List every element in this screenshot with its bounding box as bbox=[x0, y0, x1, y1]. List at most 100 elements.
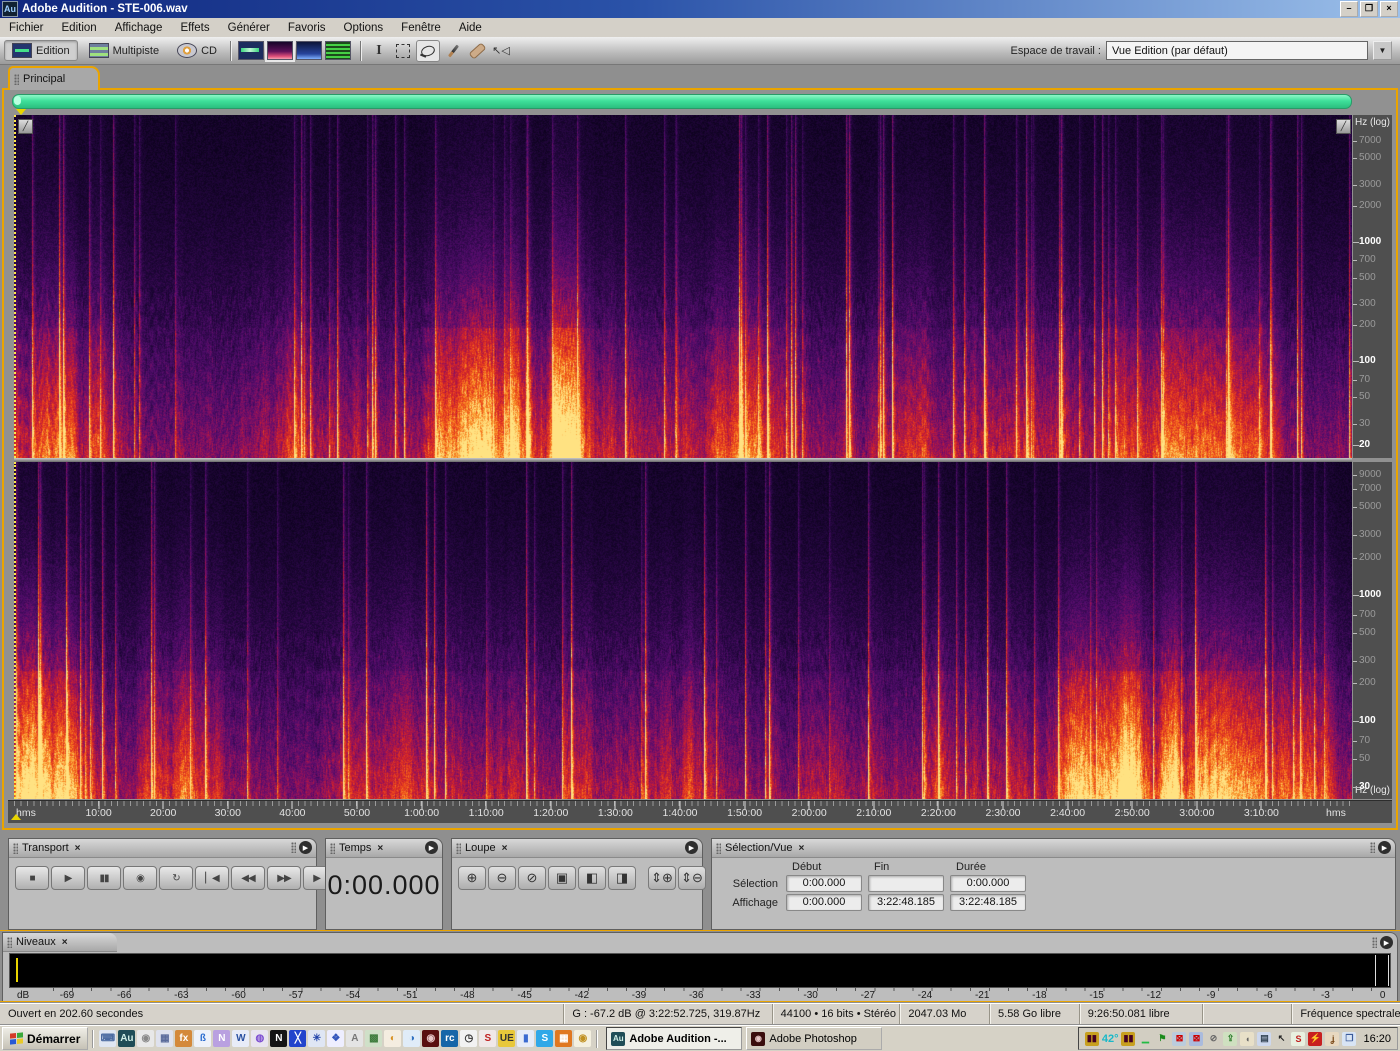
quick-launch-notator[interactable]: N bbox=[270, 1030, 288, 1047]
stop-button[interactable]: ■ bbox=[15, 866, 49, 890]
frequency-ruler-upper[interactable]: Hz (log) 7000 5000 3000 2000 1000 700 500 300 200… bbox=[1353, 115, 1392, 458]
menu-générer[interactable]: Générer bbox=[219, 20, 279, 36]
waveform-view-button[interactable] bbox=[238, 41, 264, 60]
quick-launch-imaging[interactable]: ▩ bbox=[365, 1030, 383, 1047]
task-adobe-audition[interactable]: Au Adobe Audition -... bbox=[606, 1027, 743, 1050]
temps-close-icon[interactable]: × bbox=[377, 843, 383, 854]
rewind-button[interactable]: ◀◀ bbox=[231, 866, 265, 890]
quick-launch-calculator[interactable]: ▦ bbox=[156, 1030, 174, 1047]
spot-healing-tool-button[interactable] bbox=[466, 41, 488, 61]
splitter-handle-right-icon[interactable]: ╱ bbox=[1336, 119, 1351, 134]
tray-mouse2-icon[interactable]: ʝ bbox=[1325, 1031, 1340, 1046]
zoom-selection-left-button[interactable]: ◧ bbox=[578, 866, 606, 890]
tray-share-icon[interactable]: ⇪ bbox=[1223, 1031, 1238, 1046]
quick-launch-browser[interactable]: ◍ bbox=[251, 1030, 269, 1047]
close-button[interactable]: × bbox=[1380, 1, 1398, 17]
playback-cursor-lower[interactable] bbox=[14, 462, 16, 799]
tray-mouse-icon[interactable]: ◖ bbox=[1240, 1031, 1255, 1046]
temps-panel-menu-button[interactable]: ▶ bbox=[425, 841, 438, 854]
tray-cursor-icon[interactable]: ↖ bbox=[1274, 1032, 1288, 1046]
spectral-view-button[interactable] bbox=[265, 39, 295, 62]
playhead-marker-bottom-icon[interactable] bbox=[11, 814, 21, 820]
zoom-out-horizontal-button[interactable]: ⊖ bbox=[488, 866, 516, 890]
playback-cursor-upper[interactable] bbox=[14, 115, 16, 458]
sélection-debut-field[interactable]: 0:00.000 bbox=[786, 875, 862, 892]
play-looped-button[interactable]: ◉ bbox=[123, 866, 157, 890]
quick-launch-onenote[interactable]: N bbox=[213, 1030, 231, 1047]
menu-edition[interactable]: Edition bbox=[53, 20, 106, 36]
quick-launch-skype[interactable]: S bbox=[536, 1030, 554, 1047]
quick-launch-xtool-2[interactable]: ✳ bbox=[308, 1030, 326, 1047]
quick-launch-acrobat[interactable]: A bbox=[346, 1030, 364, 1047]
quick-launch-xtool-1[interactable]: ╳ bbox=[289, 1030, 307, 1047]
restore-button[interactable]: ❐ bbox=[1360, 1, 1378, 17]
tray-flag-icon[interactable]: ⚑ bbox=[1155, 1032, 1169, 1046]
minimize-button[interactable]: – bbox=[1340, 1, 1358, 17]
menu-fenêtre[interactable]: Fenêtre bbox=[392, 20, 450, 36]
marquee-selection-tool-button[interactable] bbox=[392, 41, 414, 61]
multipiste-mode-button[interactable]: Multipiste bbox=[82, 41, 166, 60]
transport-close-icon[interactable]: × bbox=[75, 843, 81, 854]
go-to-start-button[interactable]: ▏◀ bbox=[195, 866, 229, 890]
menu-options[interactable]: Options bbox=[335, 20, 393, 36]
spectral-phase-view-button[interactable] bbox=[325, 41, 351, 60]
niveaux-panel-header[interactable]: Niveaux × bbox=[3, 933, 117, 952]
quick-launch-sbp[interactable]: S bbox=[479, 1030, 497, 1047]
frequency-ruler-lower[interactable]: Hz (log) 9000 7000 5000 3000 2000 1000 700 500 30… bbox=[1353, 462, 1392, 799]
workspace-dropdown-arrow-icon[interactable]: ▼ bbox=[1373, 41, 1392, 60]
quick-launch-word[interactable]: W bbox=[232, 1030, 250, 1047]
loupe-panel-header[interactable]: Loupe × ▶ bbox=[452, 839, 702, 858]
niveaux-panel-menu-button[interactable]: ▶ bbox=[1380, 936, 1393, 949]
quick-launch-media[interactable]: ◉ bbox=[574, 1030, 592, 1047]
effects-paintbrush-tool-button[interactable] bbox=[442, 41, 464, 61]
quick-launch-blue-app[interactable]: ▮ bbox=[517, 1030, 535, 1047]
selection-vue-panel-menu-button[interactable]: ▶ bbox=[1378, 841, 1391, 854]
transport-panel-header[interactable]: Transport × ▶ bbox=[9, 839, 316, 858]
sélection-fin-field[interactable] bbox=[868, 875, 944, 892]
tray-meter-icon[interactable]: ▮▮ bbox=[1121, 1031, 1136, 1046]
start-button[interactable]: Démarrer bbox=[2, 1027, 89, 1050]
level-meter[interactable] bbox=[9, 953, 1391, 988]
menu-favoris[interactable]: Favoris bbox=[279, 20, 335, 36]
workspace-dropdown[interactable]: Vue Edition (par défaut) bbox=[1106, 41, 1368, 60]
quick-launch-xtool-3[interactable]: ❖ bbox=[327, 1030, 345, 1047]
time-ruler[interactable]: hms hms 10:00 20:00 30:00 40:00 50:00 1:00:00 1:… bbox=[8, 800, 1392, 823]
edition-mode-button[interactable]: Edition bbox=[4, 40, 78, 61]
zoom-in-vertical-button[interactable]: ⇕⊕ bbox=[648, 866, 676, 890]
task-adobe-photoshop[interactable]: ◉ Adobe Photoshop bbox=[746, 1027, 883, 1050]
quick-launch-dial[interactable]: ◷ bbox=[460, 1030, 478, 1047]
quick-launch-rc[interactable]: rc bbox=[441, 1030, 459, 1047]
quick-launch-pdf-grid[interactable]: ▦ bbox=[555, 1030, 573, 1047]
tray-s-icon[interactable]: S bbox=[1291, 1031, 1306, 1046]
menu-affichage[interactable]: Affichage bbox=[106, 20, 172, 36]
quick-launch-bezier[interactable]: ß bbox=[194, 1030, 212, 1047]
quick-launch-ue[interactable]: UE bbox=[498, 1030, 516, 1047]
loop-button[interactable]: ↻ bbox=[159, 866, 193, 890]
quick-launch-fx[interactable]: fx bbox=[175, 1030, 193, 1047]
loupe-close-icon[interactable]: × bbox=[502, 843, 508, 854]
tray-blocked-icon[interactable]: ⊘ bbox=[1206, 1032, 1220, 1046]
zoom-out-full-button[interactable]: ⊘ bbox=[518, 866, 546, 890]
time-selection-tool-button[interactable]: I bbox=[368, 41, 390, 61]
selection-vue-close-icon[interactable]: × bbox=[798, 843, 804, 854]
tab-principal[interactable]: Principal bbox=[8, 66, 100, 90]
scrub-tool-button[interactable]: ↖◁ bbox=[490, 41, 512, 61]
spectrogram-left-channel[interactable] bbox=[14, 115, 1352, 458]
sélection-duree-field[interactable]: 0:00.000 bbox=[950, 875, 1026, 892]
quick-launch-globe-1[interactable]: ◐ bbox=[384, 1030, 402, 1047]
cd-mode-button[interactable]: CD bbox=[170, 41, 224, 60]
transport-panel-menu-button[interactable]: ▶ bbox=[299, 841, 312, 854]
zoom-selection-right-button[interactable]: ◨ bbox=[608, 866, 636, 890]
quick-launch-keyboard[interactable]: ⌨ bbox=[99, 1030, 117, 1047]
lasso-selection-tool-button[interactable] bbox=[416, 39, 440, 62]
quick-launch-photoshop[interactable]: ◉ bbox=[422, 1030, 440, 1047]
menu-fichier[interactable]: Fichier bbox=[0, 20, 53, 36]
zoom-out-vertical-button[interactable]: ⇕⊖ bbox=[678, 866, 706, 890]
quick-launch-globe-2[interactable]: ◑ bbox=[403, 1030, 421, 1047]
zoom-in-horizontal-button[interactable]: ⊕ bbox=[458, 866, 486, 890]
spectrogram-right-channel[interactable] bbox=[14, 462, 1352, 799]
tray-network-error-1-icon[interactable]: ⊠ bbox=[1172, 1031, 1187, 1046]
tray-display-icon[interactable]: ▤ bbox=[1257, 1031, 1272, 1046]
tray-meter-icon[interactable]: ▮▮ bbox=[1084, 1031, 1099, 1046]
horizontal-zoom-navigator[interactable] bbox=[12, 94, 1352, 109]
